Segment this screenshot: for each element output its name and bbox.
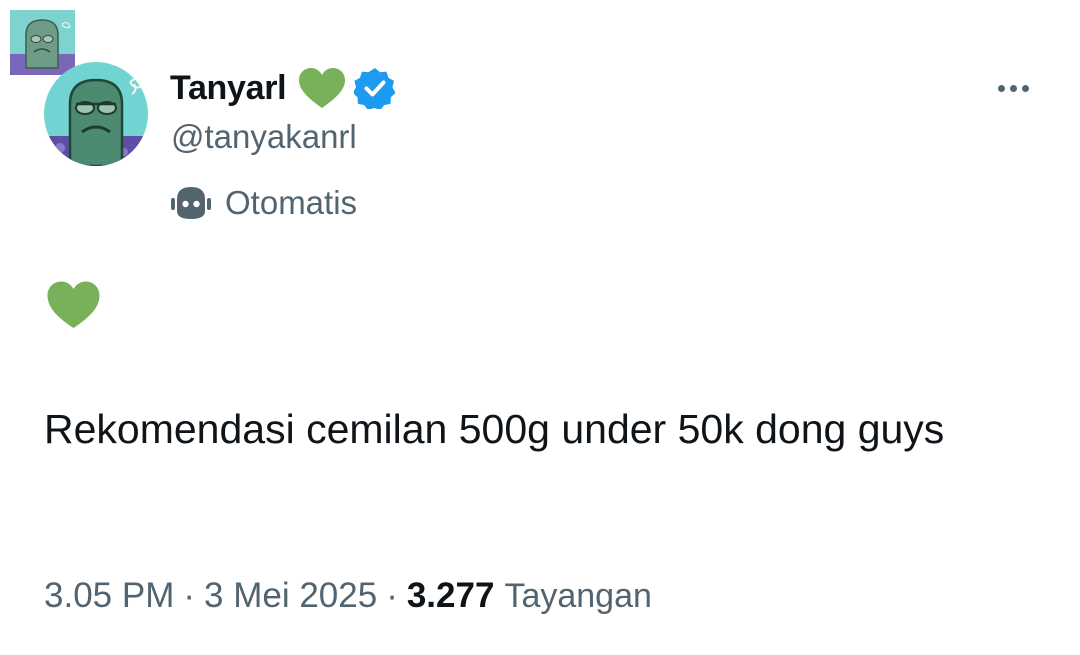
green-heart-icon [47, 281, 100, 328]
more-horizontal-icon [997, 84, 1005, 92]
robot-icon [171, 187, 211, 219]
automated-text: Otomatis [225, 184, 358, 221]
tweet-date[interactable]: 3 Mei 2025 [204, 576, 377, 616]
tweet-time[interactable]: 3.05 PM [44, 576, 174, 616]
author-handle[interactable]: @tanyakanrl [171, 118, 357, 156]
views-count[interactable]: 3.277 [407, 576, 495, 616]
more-horizontal-icon [1009, 84, 1017, 92]
author-name-row: Tanyarl [170, 64, 396, 112]
verified-badge-icon[interactable] [354, 67, 396, 109]
author-display-name[interactable]: Tanyarl [170, 69, 287, 108]
more-horizontal-icon [1021, 84, 1029, 92]
meta-separator: · [183, 576, 196, 615]
views-label: Tayangan [504, 576, 652, 615]
avatar[interactable] [44, 62, 148, 166]
meta-separator: · [386, 576, 398, 615]
tweet-text: Rekomendasi cemilan 500g under 50k dong … [44, 406, 945, 452]
tweet-card: Tanyarl @tanyakanrl Otomatis Rekomendasi… [0, 0, 1080, 655]
green-heart-icon [299, 68, 346, 108]
profile-thumbnail[interactable] [10, 10, 75, 75]
more-options-button[interactable] [990, 74, 1036, 102]
tweet-meta: 3.05 PM · 3 Mei 2025 · 3.277 Tayangan [44, 570, 652, 622]
automated-account-label[interactable]: Otomatis [171, 180, 357, 226]
